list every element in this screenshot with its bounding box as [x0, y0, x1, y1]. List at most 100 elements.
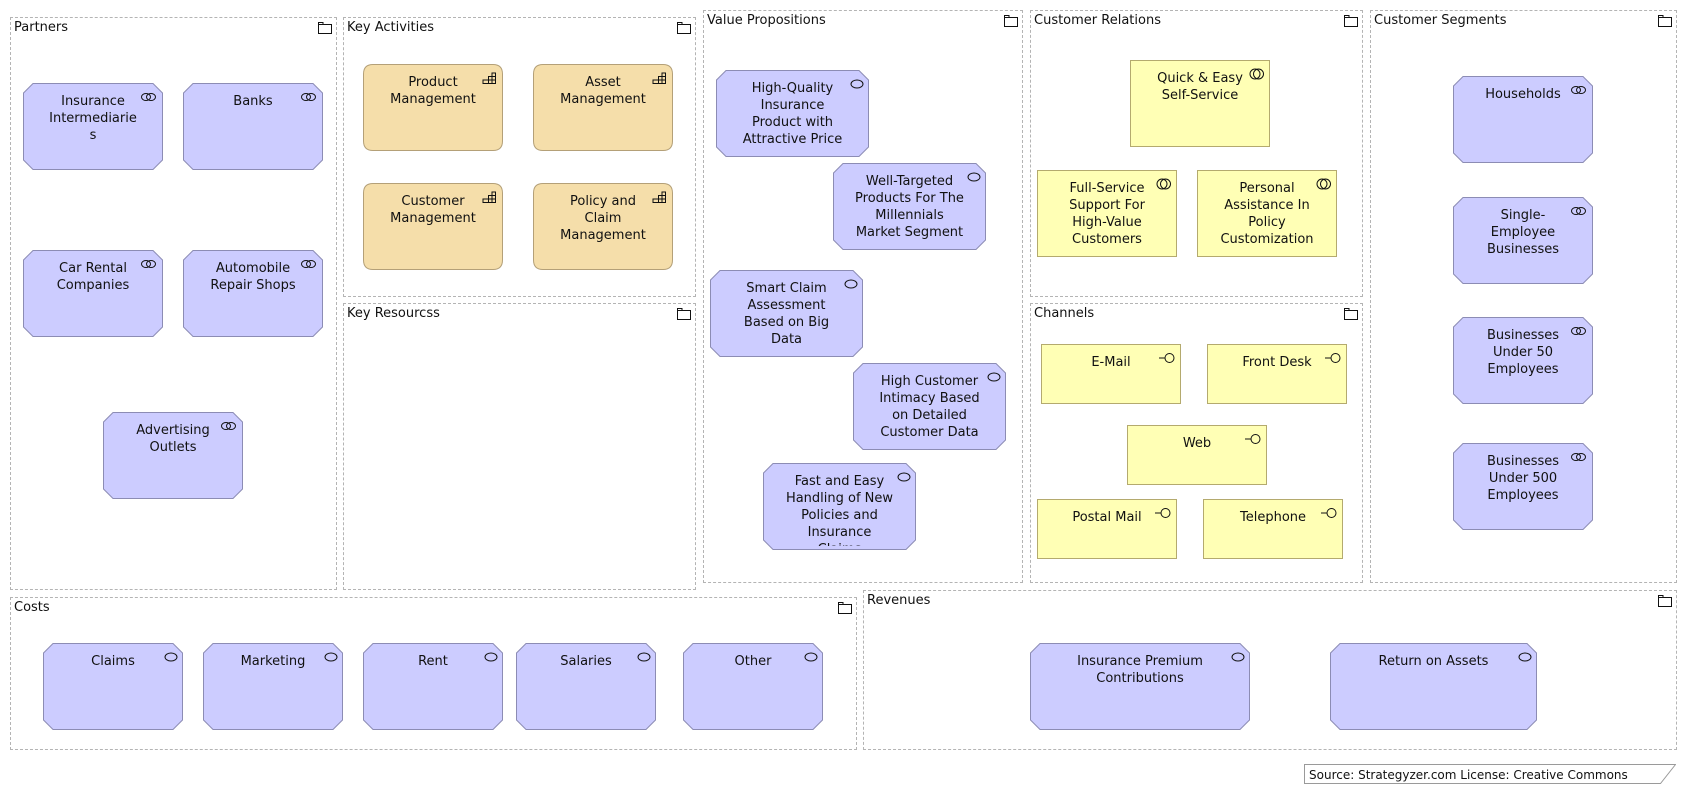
interface-icon — [1159, 353, 1175, 363]
element-value[interactable]: Well-Targeted Products For The Millennia… — [833, 163, 986, 250]
folder-icon — [677, 22, 691, 34]
element-interface[interactable]: Postal Mail — [1037, 499, 1177, 559]
element-label: Businesses Under 500 Employees — [1486, 454, 1560, 503]
element-label: Personal Assistance In Policy Customizat… — [1220, 181, 1314, 247]
group-revenues: Revenues — [863, 590, 1677, 750]
folder-icon — [1658, 595, 1672, 607]
value-icon — [987, 372, 1001, 382]
element-label: Well-Targeted Products For The Millennia… — [855, 174, 964, 240]
element-business-role[interactable]: Advertising Outlets — [103, 412, 243, 499]
element-interface[interactable]: Telephone — [1203, 499, 1343, 559]
value-icon — [484, 652, 498, 662]
element-label: Rent — [418, 654, 448, 669]
element-business-role[interactable]: Businesses Under 50 Employees — [1453, 317, 1593, 404]
group-title: Costs — [14, 600, 50, 615]
group-title: Revenues — [867, 593, 931, 608]
element-business-role[interactable]: Car Rental Companies — [23, 250, 163, 337]
role-icon — [1571, 207, 1586, 215]
role-icon — [141, 93, 156, 101]
folder-icon — [1004, 15, 1018, 27]
group-title: Customer Relations — [1034, 13, 1161, 28]
source-note[interactable]: Source: Strategyzer.com License: Creativ… — [1304, 764, 1676, 784]
element-collaboration[interactable]: Personal Assistance In Policy Customizat… — [1197, 170, 1337, 257]
element-business-role[interactable]: Businesses Under 500 Employees — [1453, 443, 1593, 530]
element-business-role[interactable]: Banks — [183, 83, 323, 170]
element-capability[interactable]: Policy and Claim Management — [533, 183, 673, 270]
element-capability[interactable]: Product Management — [363, 64, 503, 151]
folder-icon — [838, 602, 852, 614]
folder-icon — [1658, 15, 1672, 27]
group-title: Value Propositions — [707, 13, 826, 28]
element-value[interactable]: Insurance Premium Contributions — [1030, 643, 1250, 730]
interface-icon — [1321, 508, 1337, 518]
element-interface[interactable]: E-Mail — [1041, 344, 1181, 404]
element-value[interactable]: Salaries — [516, 643, 656, 730]
element-label: Marketing — [240, 654, 306, 669]
role-icon — [221, 422, 236, 430]
element-label: Fast and Easy Handling of New Policies a… — [785, 474, 894, 546]
element-value[interactable]: Other — [683, 643, 823, 730]
element-label: Salaries — [560, 654, 612, 669]
element-label: Automobile Repair Shops — [210, 261, 296, 293]
value-icon — [967, 172, 981, 182]
element-collaboration[interactable]: Quick & Easy Self-Service — [1130, 60, 1270, 147]
element-label: E-Mail — [1091, 355, 1131, 370]
group-title: Partners — [14, 20, 69, 35]
element-value[interactable]: Claims — [43, 643, 183, 730]
value-icon — [844, 279, 858, 289]
element-value[interactable]: Marketing — [203, 643, 343, 730]
role-icon — [1571, 327, 1586, 335]
collaboration-icon — [1316, 178, 1331, 190]
element-label: Asset Management — [560, 75, 646, 107]
element-value[interactable]: Fast and Easy Handling of New Policies a… — [763, 463, 916, 550]
value-icon — [804, 652, 818, 662]
capability-icon — [482, 72, 496, 84]
folder-icon — [1344, 308, 1358, 320]
element-label: Return on Assets — [1378, 654, 1489, 669]
element-label: Customer Management — [390, 194, 476, 226]
element-label: Product Management — [390, 75, 476, 107]
element-label: Banks — [233, 94, 273, 109]
folder-icon — [677, 308, 691, 320]
role-icon — [1571, 453, 1586, 461]
group-key-resources: Key Resourcss — [343, 303, 696, 590]
element-business-role[interactable]: Automobile Repair Shops — [183, 250, 323, 337]
element-collaboration[interactable]: Full-Service Support For High-Value Cust… — [1037, 170, 1177, 257]
value-icon — [637, 652, 651, 662]
element-capability[interactable]: Customer Management — [363, 183, 503, 270]
element-interface[interactable]: Web — [1127, 425, 1267, 485]
element-value[interactable]: Smart Claim Assessment Based on Big Data — [710, 270, 863, 357]
element-business-role[interactable]: Insurance Intermediarie s — [23, 83, 163, 170]
element-business-role[interactable]: Single- Employee Businesses — [1453, 197, 1593, 284]
element-interface[interactable]: Front Desk — [1207, 344, 1347, 404]
value-icon — [1231, 652, 1245, 662]
group-title: Key Activities — [347, 20, 435, 35]
note-text: Source: Strategyzer.com License: Creativ… — [1309, 768, 1628, 782]
element-label: Postal Mail — [1072, 510, 1142, 525]
element-label: Advertising Outlets — [136, 423, 210, 455]
collaboration-icon — [1156, 178, 1171, 190]
element-label: Single- Employee Businesses — [1486, 208, 1560, 257]
element-label: Insurance Premium Contributions — [1077, 654, 1203, 686]
capability-icon — [482, 191, 496, 203]
element-label: High Customer Intimacy Based on Detailed… — [879, 374, 980, 440]
group-title: Customer Segments — [1374, 13, 1507, 28]
element-capability[interactable]: Asset Management — [533, 64, 673, 151]
element-label: Quick & Easy Self-Service — [1157, 71, 1243, 103]
interface-icon — [1325, 353, 1341, 363]
interface-icon — [1155, 508, 1171, 518]
element-value[interactable]: Rent — [363, 643, 503, 730]
value-icon — [850, 79, 864, 89]
element-label: Full-Service Support For High-Value Cust… — [1069, 181, 1145, 247]
element-value[interactable]: High Customer Intimacy Based on Detailed… — [853, 363, 1006, 450]
role-icon — [301, 93, 316, 101]
element-label: Other — [734, 654, 772, 669]
group-title: Channels — [1034, 306, 1095, 321]
value-icon — [324, 652, 338, 662]
element-value[interactable]: Return on Assets — [1330, 643, 1537, 730]
element-label: Smart Claim Assessment Based on Big Data — [743, 281, 830, 347]
element-business-role[interactable]: Households — [1453, 76, 1593, 163]
element-value[interactable]: High-Quality Insurance Product with Attr… — [716, 70, 869, 157]
element-label: Car Rental Companies — [56, 261, 130, 293]
collaboration-icon — [1249, 68, 1264, 80]
